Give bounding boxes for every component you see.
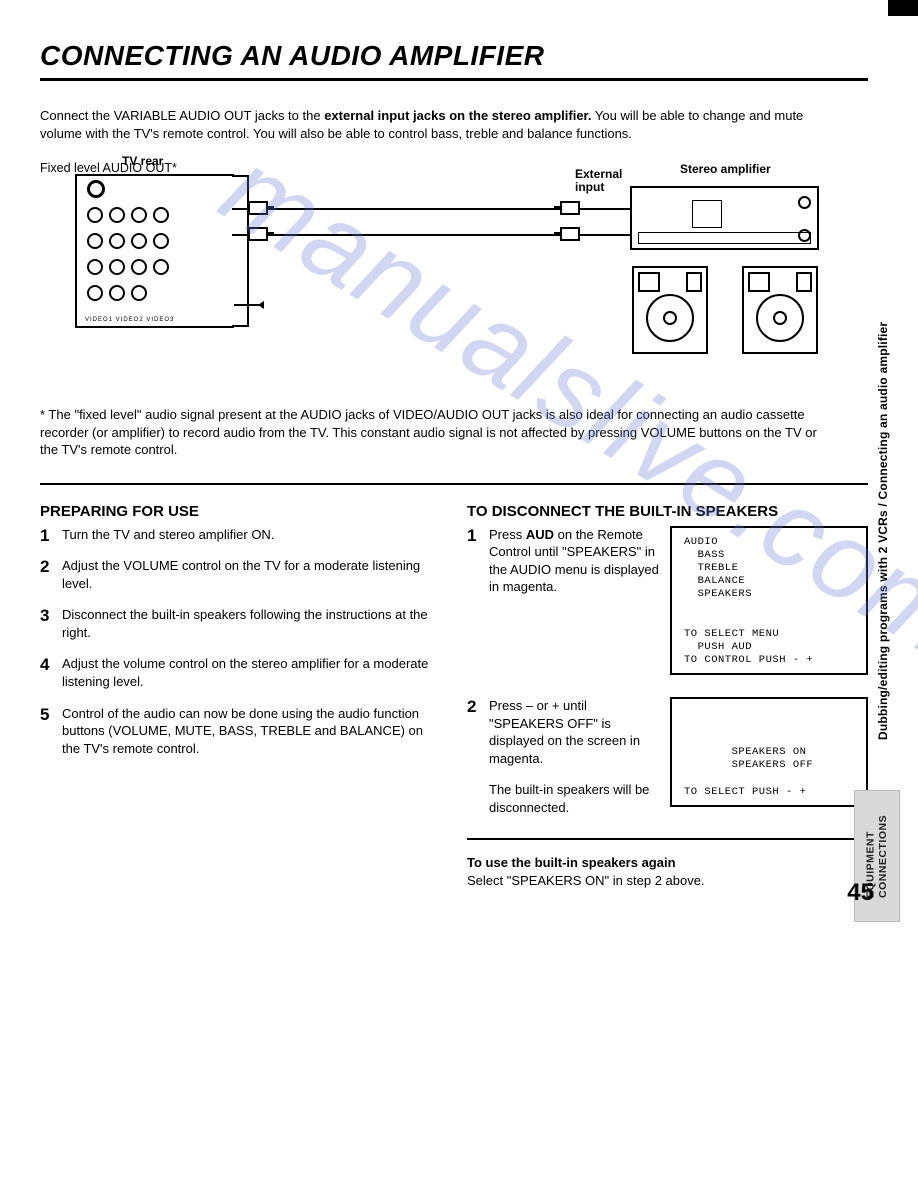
use-again-body: Select "SPEAKERS ON" in step 2 above. <box>467 873 705 888</box>
footnote-fixed-level: * The "fixed level" audio signal present… <box>40 406 830 459</box>
step-number: 1 <box>467 525 476 548</box>
osd-screen-audio-menu: AUDIO BASS TREBLE BALANCE SPEAKERS TO SE… <box>670 526 868 675</box>
rca-plug-icon <box>248 201 268 215</box>
preparing-for-use-section: PREPARING FOR USE Turn the TV and stereo… <box>40 503 441 891</box>
pointer-line <box>234 304 262 306</box>
panel-mini-labels: VIDEO1 VIDEO2 VIDEO3 <box>85 317 174 323</box>
disconnect-heading: TO DISCONNECT THE BUILT-IN SPEAKERS <box>467 503 868 520</box>
connection-diagram: TV rear External input Stereo amplifier … <box>40 160 868 390</box>
rca-plug-icon <box>560 201 580 215</box>
page-number: 45 <box>847 879 874 907</box>
prep-step: Turn the TV and stereo amplifier ON. <box>40 526 441 544</box>
disconnect-speakers-section: TO DISCONNECT THE BUILT-IN SPEAKERS 1 Pr… <box>467 503 868 891</box>
label-external-input: External input <box>575 168 622 194</box>
title-rule <box>40 78 868 81</box>
use-again-heading: To use the built-in speakers again <box>467 855 676 870</box>
intro-text-a: Connect the VARIABLE AUDIO OUT jacks to … <box>40 108 324 123</box>
step1-aud: AUD <box>526 527 554 542</box>
step2-text-b: The built-in speakers will be disconnect… <box>489 781 660 816</box>
section-rule <box>40 483 868 485</box>
intro-text-bold: external input jacks on the stereo ampli… <box>324 108 591 123</box>
osd-screen-speakers: SPEAKERS ON SPEAKERS OFF TO SELECT PUSH … <box>670 697 868 807</box>
speaker-right-icon <box>742 266 818 354</box>
label-tv-rear: TV rear <box>122 154 163 168</box>
prep-step: Adjust the VOLUME control on the TV for … <box>40 557 441 592</box>
corner-black-tab <box>888 0 918 16</box>
prep-step: Adjust the volume control on the stereo … <box>40 655 441 690</box>
step1-text-a: Press <box>489 527 526 542</box>
preparing-heading: PREPARING FOR USE <box>40 503 441 520</box>
page-title: CONNECTING AN AUDIO AMPLIFIER <box>40 40 868 72</box>
prep-step: Control of the audio can now be done usi… <box>40 705 441 758</box>
stereo-amplifier <box>630 186 819 250</box>
prep-step: Disconnect the built-in speakers followi… <box>40 606 441 641</box>
rca-plug-icon <box>560 227 580 241</box>
subsection-rule <box>467 838 868 840</box>
tv-rear-panel: VIDEO1 VIDEO2 VIDEO3 <box>75 174 234 328</box>
speaker-left-icon <box>632 266 708 354</box>
step2-text-a: Press – or + until "SPEAKERS OFF" is dis… <box>489 698 640 766</box>
side-running-head: Dubbing/editing programs with 2 VCRs / C… <box>876 260 890 740</box>
step-number: 2 <box>467 696 476 719</box>
rca-plug-icon <box>248 227 268 241</box>
label-stereo-amplifier: Stereo amplifier <box>680 162 771 176</box>
intro-paragraph: Connect the VARIABLE AUDIO OUT jacks to … <box>40 107 830 142</box>
